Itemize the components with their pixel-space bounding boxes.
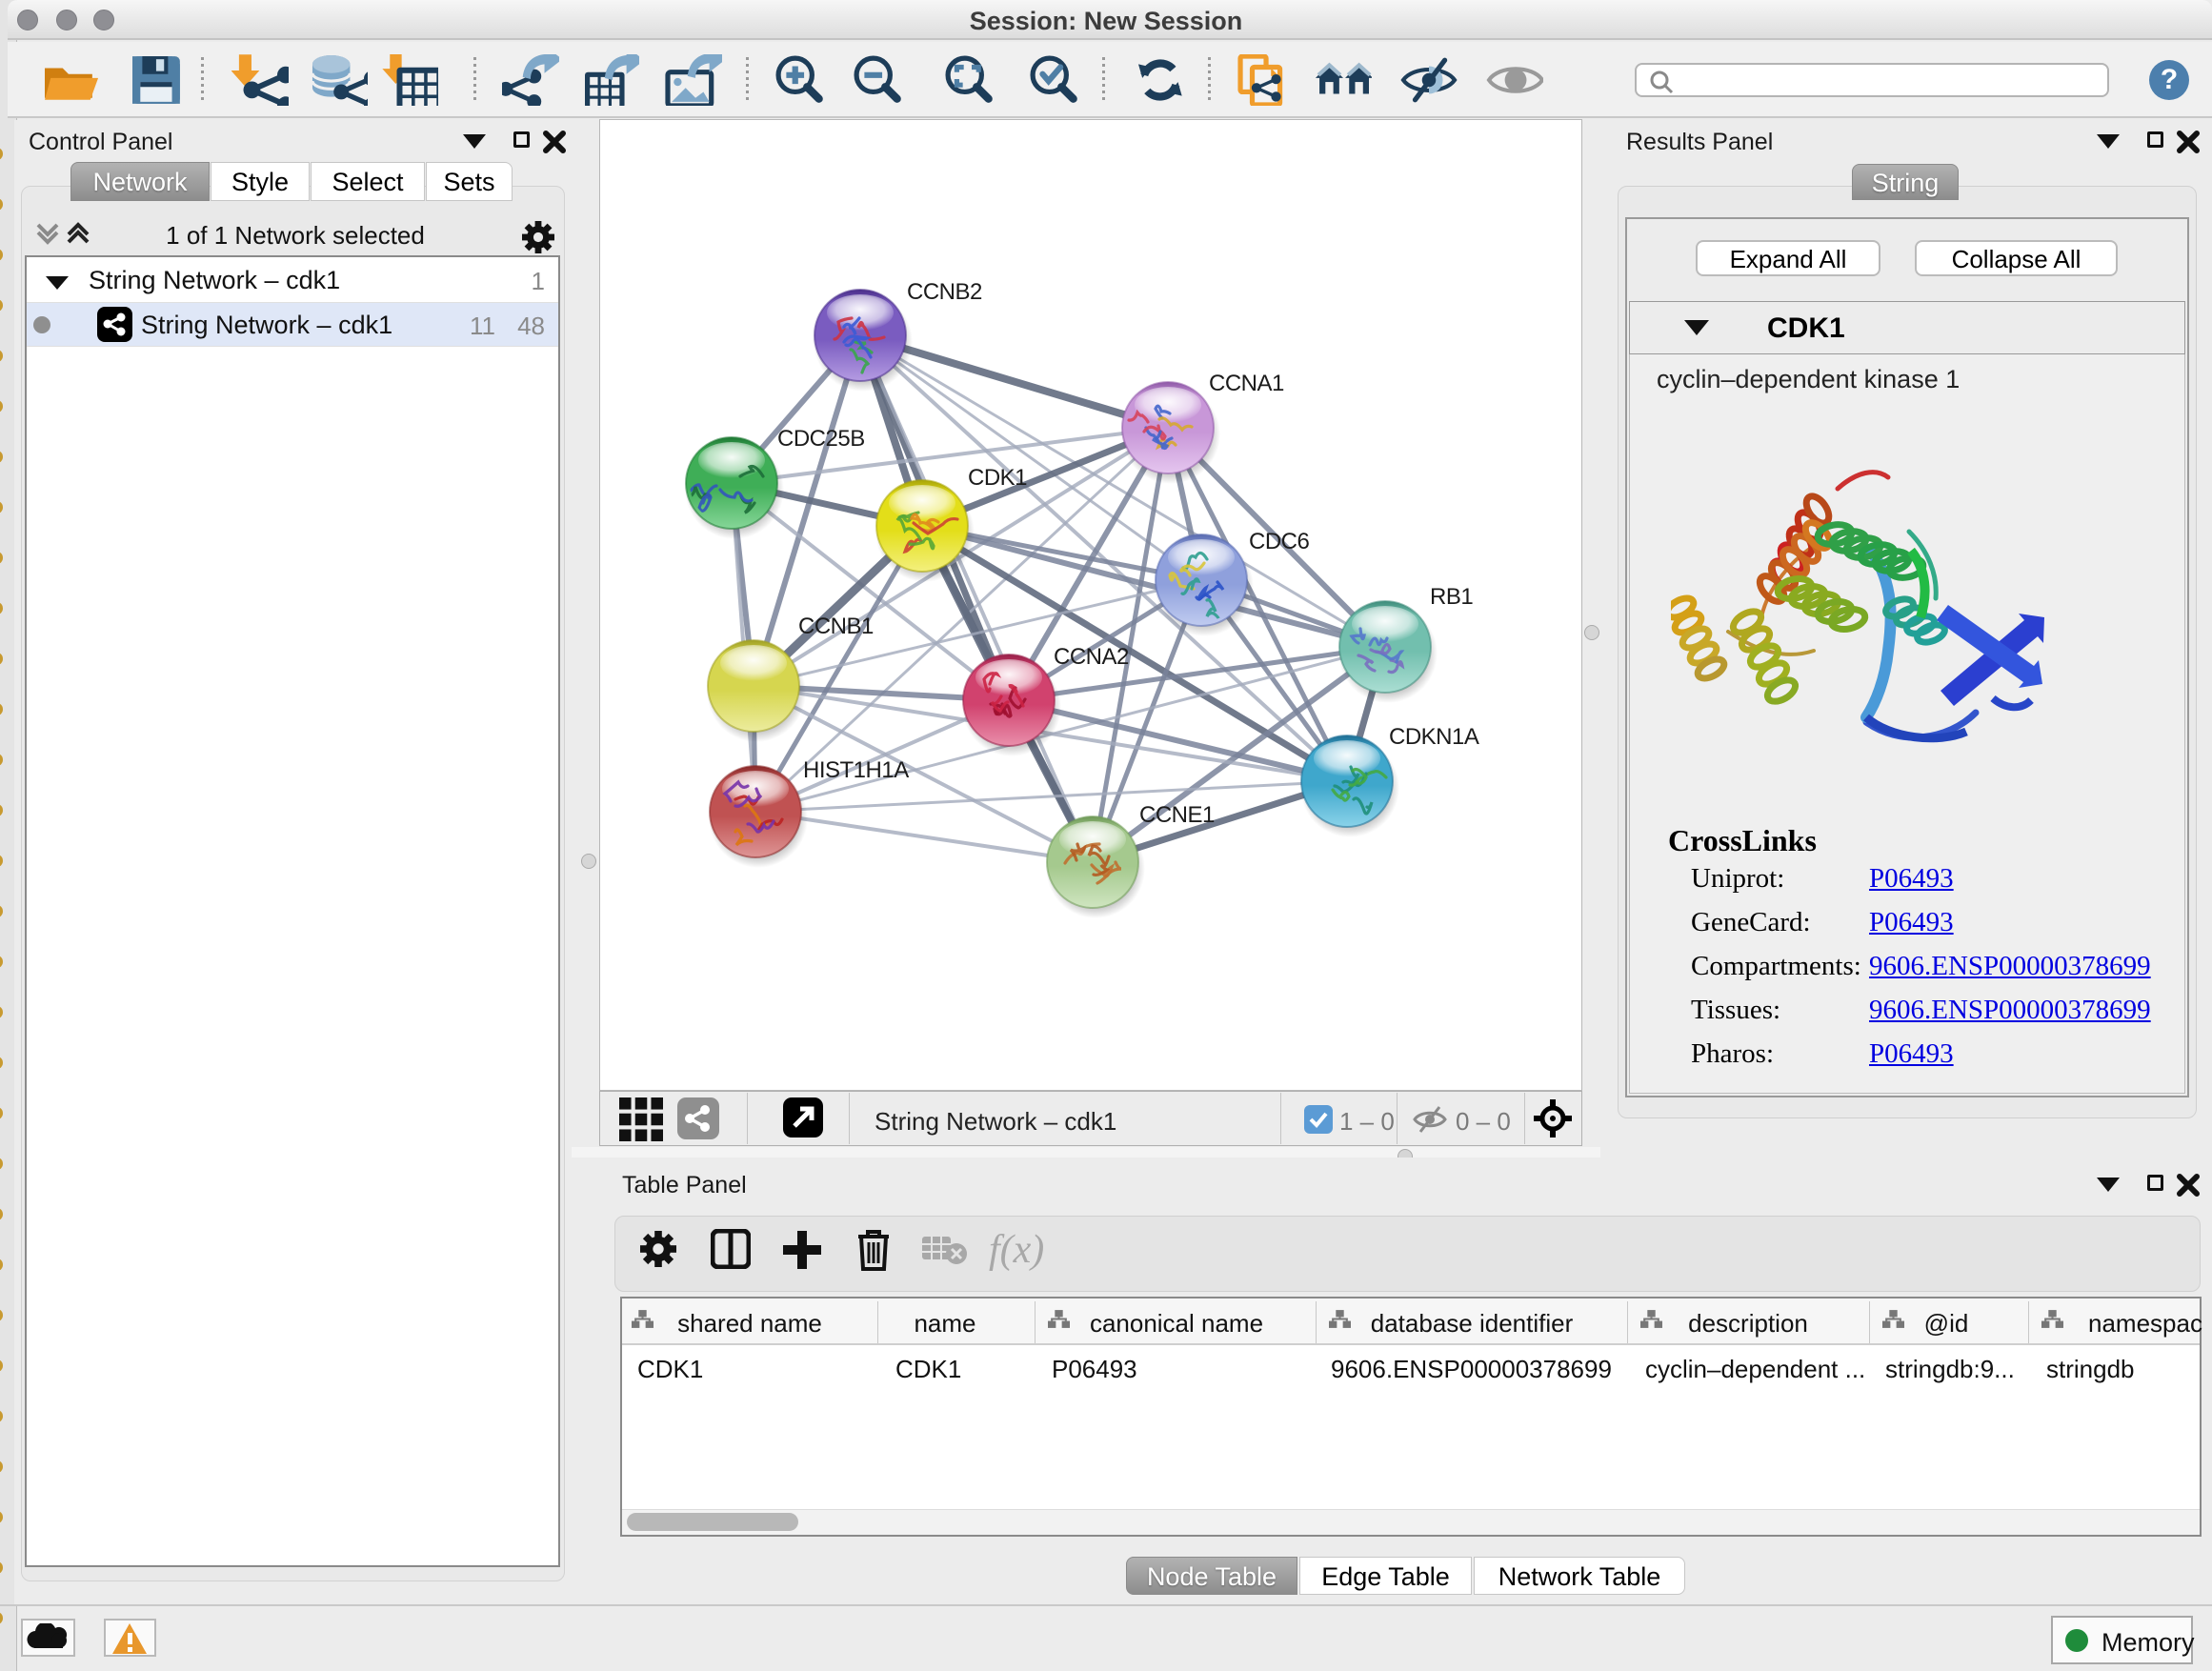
svg-text:CCNE1: CCNE1: [1139, 802, 1215, 828]
svg-text:RB1: RB1: [1430, 584, 1473, 610]
svg-text:CCNB2: CCNB2: [907, 279, 982, 305]
svg-text:HIST1H1A: HIST1H1A: [803, 757, 909, 783]
svg-text:CDK1: CDK1: [968, 465, 1027, 491]
svg-text:CDC25B: CDC25B: [777, 426, 865, 452]
svg-text:CCNB1: CCNB1: [798, 614, 874, 639]
svg-text:CCNA2: CCNA2: [1054, 644, 1129, 670]
svg-text:CCNA1: CCNA1: [1209, 371, 1284, 396]
svg-text:CDKN1A: CDKN1A: [1389, 724, 1479, 750]
svg-text:CDC6: CDC6: [1249, 529, 1309, 554]
